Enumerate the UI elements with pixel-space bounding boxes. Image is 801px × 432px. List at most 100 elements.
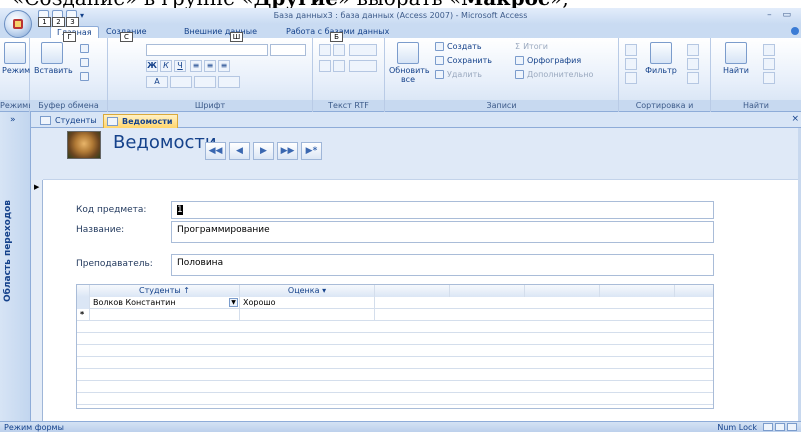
subform-datasheet[interactable]: Студенты ↑ Оценка ▾ Волков Константин ▼ Х… [76,284,714,409]
bullets-icon[interactable] [319,60,331,72]
sigma-icon: Σ [515,42,521,51]
office-button[interactable] [4,10,32,38]
filter-button[interactable]: Фильтр [643,42,679,75]
alt-fill-button[interactable] [218,76,240,88]
goto-icon[interactable] [763,58,775,70]
increase-indent-icon[interactable] [333,44,345,56]
student-cell[interactable] [90,309,240,321]
align-left-icon[interactable]: ≡ [190,60,202,72]
column-header-students[interactable]: Студенты ↑ [90,285,240,297]
form-header: Ведомости ◀◀ ◀ ▶ ▶▶ ▶* [43,128,801,180]
doc-tab-students[interactable]: Студенты [37,114,101,128]
gridlines-button[interactable] [194,76,216,88]
grid-empty-header [600,285,675,297]
combo-dropdown-icon[interactable]: ▼ [229,298,238,307]
copy-icon [80,58,89,67]
save-record-button[interactable]: Сохранить [435,56,492,65]
numbering-icon[interactable] [333,60,345,72]
sort-descending-icon[interactable] [625,58,637,70]
selection-filter-icon[interactable] [687,44,699,56]
navigation-pane[interactable]: » Область переходов [0,112,31,421]
help-icon[interactable] [791,27,799,35]
field-label-teacher: Преподаватель: [76,259,153,269]
next-record-button[interactable]: ▶ [253,142,274,160]
title-bar: ▾ База данных3 : база данных (Access 200… [0,8,801,24]
close-icon[interactable]: × [791,114,799,124]
column-header-grade[interactable]: Оценка ▾ [240,285,375,297]
paste-button[interactable]: Вставить [34,42,73,75]
window-controls[interactable]: – ▭ [767,10,795,20]
select-icon[interactable] [763,72,775,84]
cut-button[interactable] [80,44,89,53]
group-clipboard: Вставить Буфер обмена [30,38,108,112]
select-all-corner[interactable] [77,285,90,297]
new-record-button[interactable]: Создать [435,42,482,51]
empty-row [77,321,713,333]
row-selector[interactable] [77,297,90,309]
form-view-icon[interactable] [763,423,773,431]
first-record-button[interactable]: ◀◀ [205,142,226,160]
empty-row [77,345,713,357]
document-tabs: Студенты Ведомости × [31,112,801,128]
italic-button[interactable]: К [160,60,172,72]
delete-record-button[interactable]: Удалить [435,70,482,79]
last-record-button[interactable]: ▶▶ [277,142,298,160]
form-icon [40,116,51,125]
replace-icon[interactable] [763,44,775,56]
more-icon [515,70,524,79]
group-label: Шрифт [108,100,312,111]
doc-tab-statements[interactable]: Ведомости [103,114,178,128]
advanced-filter-icon[interactable] [687,58,699,70]
spelling-button[interactable]: Орфография [515,56,581,65]
layout-view-icon[interactable] [775,423,785,431]
align-center-icon[interactable]: ≡ [204,60,216,72]
new-row[interactable]: * [77,309,713,321]
caption-strip: «Создание» в группе «Другие» выбрать «Ма… [0,0,801,8]
name-input[interactable]: Программирование [171,221,714,243]
totals-button[interactable]: Σ Итоги [515,42,548,51]
decrease-indent-icon[interactable] [319,44,331,56]
font-size-select[interactable] [270,44,306,56]
font-color-button[interactable]: A [146,76,168,88]
grade-cell[interactable] [240,309,375,321]
subject-code-input[interactable]: 1 [171,201,714,219]
record-selector[interactable]: ▶ [31,180,43,421]
underline-button[interactable]: Ч [174,60,186,72]
new-record-nav-button[interactable]: ▶* [301,142,322,160]
find-button[interactable]: Найти [719,42,753,75]
teacher-input[interactable]: Половина [171,254,714,276]
prev-record-button[interactable]: ◀ [229,142,250,160]
clear-sort-icon[interactable] [625,72,637,84]
fill-color-button[interactable] [170,76,192,88]
group-records: Обновить все Создать Сохранить Удалить Σ… [385,38,619,112]
field-label-subject-code: Код предмета: [76,205,147,215]
font-name-select[interactable] [146,44,268,56]
bold-button[interactable]: Ж [146,60,158,72]
form-icon [107,117,118,126]
header-image [67,131,101,159]
copy-button[interactable] [80,58,89,67]
grid-empty-header [450,285,525,297]
paragraph-direction-icon[interactable] [349,44,377,56]
student-cell[interactable]: Волков Константин ▼ [90,297,240,309]
tab-external-data[interactable]: Внешние данные [178,26,263,38]
more-button[interactable]: Дополнительно [515,70,593,79]
paste-icon [41,42,63,64]
align-right-icon[interactable]: ≡ [218,60,230,72]
current-record-icon: ▶ [34,183,40,191]
nav-pane-toggle-icon[interactable]: » [10,115,16,125]
grid-empty-header [375,285,450,297]
format-painter-button[interactable] [80,72,89,81]
group-views: Режим Режимы [0,38,35,112]
sort-ascending-icon[interactable] [625,44,637,56]
refresh-all-button[interactable]: Обновить все [389,42,430,84]
new-record-icon [435,42,444,51]
highlight-icon[interactable] [349,60,377,72]
grade-cell[interactable]: Хорошо [240,297,375,309]
view-button[interactable]: Режим [2,42,30,75]
toggle-filter-icon[interactable] [687,72,699,84]
design-view-icon[interactable] [787,423,797,431]
ribbon: Режим Режимы Вставить Буфер обмена Ж К Ч… [0,38,801,121]
form-title: Ведомости [113,132,217,153]
table-row[interactable]: Волков Константин ▼ Хорошо [77,297,713,309]
